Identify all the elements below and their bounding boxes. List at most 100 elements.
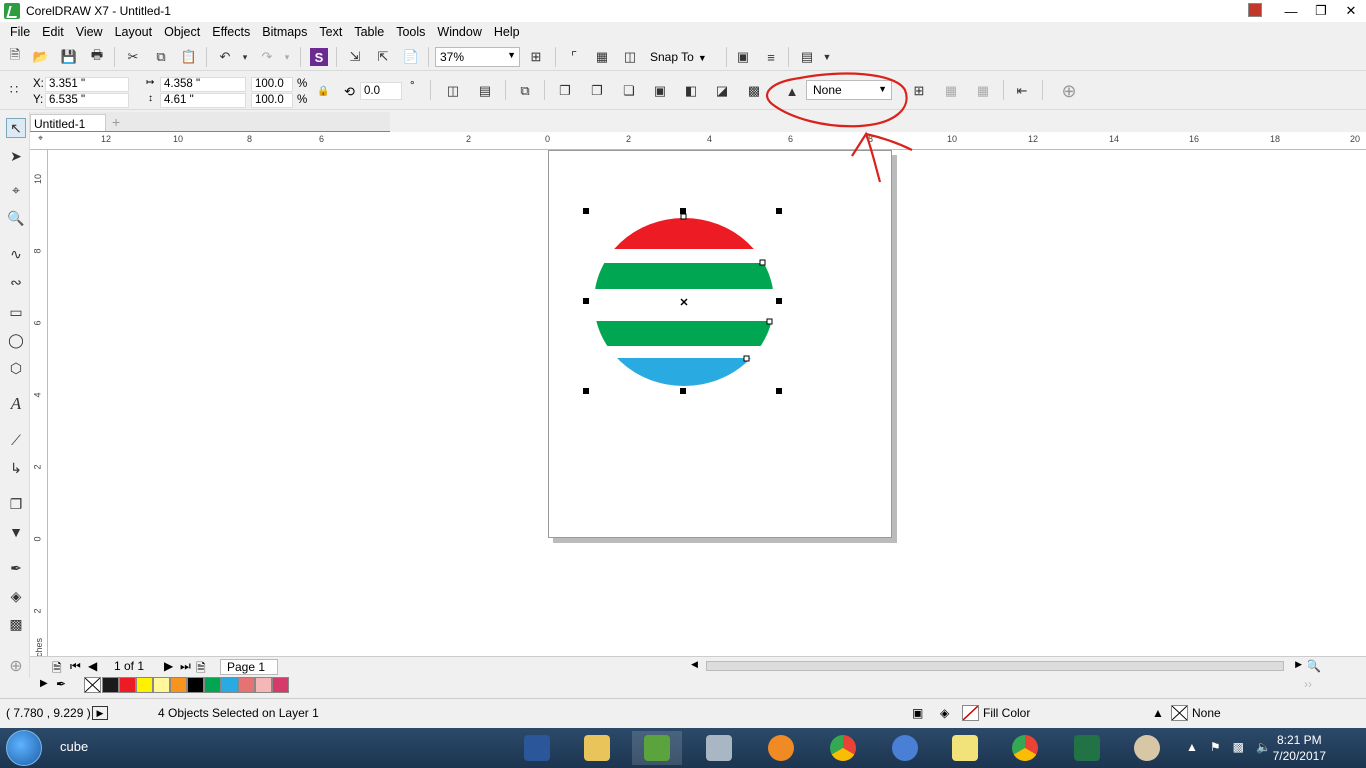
paint-taskbar-button[interactable] [1122,731,1172,765]
intersect-icon[interactable]: ❏ [620,82,638,100]
print-icon[interactable]: 🖶 [88,47,106,66]
mirror-horizontal-icon[interactable]: ◫ [444,82,462,100]
first-page-icon[interactable]: ⏮ [70,659,81,674]
outline-width-select[interactable]: None ▼ [806,80,892,100]
lock-ratio-icon[interactable]: 🔒 [317,86,329,97]
artistic-media-icon[interactable]: ∾ [6,272,26,292]
export-icon[interactable]: ⇱ [374,48,392,66]
show-rulers-icon[interactable]: ⌜ [565,48,583,66]
color-swatch[interactable] [153,677,170,693]
redo-dropdown-icon[interactable]: ▾ [278,48,296,66]
scroll-right-icon[interactable]: ▶ [1295,659,1302,670]
publish-pdf-icon[interactable]: 📄 [402,48,420,66]
color-swatch[interactable] [238,677,255,693]
menu-window[interactable]: Window [431,25,487,39]
scroll-thumb[interactable] [706,661,1284,671]
interactive-fill-icon[interactable]: ◈ [6,586,26,606]
open-icon[interactable]: 📂 [32,48,50,66]
tab-page-1[interactable]: Page 1 [220,659,279,675]
color-proof-icon[interactable]: ▣ [912,706,923,720]
network-status-icon[interactable]: ⚑ [1210,740,1221,754]
save-icon[interactable]: 💾 [60,48,78,66]
parallel-dimension-icon[interactable]: ⟋ [6,430,26,450]
ruler-origin-icon[interactable]: ⌖ [38,133,43,144]
search-content-icon[interactable]: S [310,48,328,66]
show-guidelines-icon[interactable]: ◫ [621,48,639,66]
menu-table[interactable]: Table [348,25,390,39]
coreldraw-taskbar-button[interactable] [632,731,682,765]
application-launcher-icon[interactable]: ≡ [762,48,780,66]
y-position-field[interactable]: 6.535 " [45,93,129,108]
explorer-taskbar-button[interactable] [572,731,622,765]
signal-icon[interactable]: ▩ [1233,740,1244,754]
text-tool-icon[interactable]: A [6,394,26,414]
align-to-page-icon[interactable]: ⊞ [910,82,928,100]
trim-icon[interactable]: ❐ [588,82,606,100]
color-swatch[interactable] [170,677,187,693]
palette-scroll-icon[interactable]: ▶ [40,678,48,689]
align-distribute-icon[interactable]: ⇤ [1013,82,1031,100]
clock[interactable]: 8:21 PM 7/20/2017 [1273,732,1326,764]
menu-tools[interactable]: Tools [390,25,431,39]
chrome-2-taskbar-button[interactable] [1000,731,1050,765]
menu-text[interactable]: Text [313,25,348,39]
smart-fill-icon[interactable]: ▩ [6,614,26,634]
reference-point-icon[interactable]: ∷ [5,81,23,99]
combine-icon[interactable]: ⧉ [516,82,534,100]
new-document-icon[interactable]: 🗎 [6,47,24,66]
color-swatch[interactable] [187,677,204,693]
menu-file[interactable]: File [4,25,36,39]
chrome-taskbar-button[interactable] [818,731,868,765]
show-hidden-icons-icon[interactable]: ▲ [1186,740,1198,754]
minimize-button[interactable]: — [1276,0,1306,22]
palette-next-icon[interactable]: ›› [1304,677,1312,691]
menu-object[interactable]: Object [158,25,206,39]
zoom-navigator-icon[interactable]: 🔍 [1306,659,1321,673]
drop-shadow-icon[interactable]: ❐ [6,494,26,514]
color-swatch[interactable] [102,677,119,693]
freehand-tool-icon[interactable]: ∿ [6,244,26,264]
shape-tool-icon[interactable]: ➤ [6,146,26,166]
rotation-angle-field[interactable]: 0.0 [360,82,402,100]
show-grid-icon[interactable]: ▦ [593,48,611,66]
next-page-icon[interactable]: ▶ [164,659,173,673]
drawing-canvas[interactable] [48,150,1366,656]
zoom-tool-icon[interactable]: 🔍 [6,208,26,228]
no-outline-swatch[interactable] [1171,705,1188,721]
color-swatch[interactable] [204,677,221,693]
no-color-swatch[interactable] [84,677,101,693]
green-stripe-top[interactable] [588,263,788,289]
play-icon[interactable]: ▶ [92,706,108,720]
menu-layout[interactable]: Layout [109,25,159,39]
launch-icon[interactable]: ▤ [798,48,816,66]
close-button[interactable]: ✕ [1336,0,1366,22]
previous-page-icon[interactable]: ◀ [88,659,97,673]
last-page-icon[interactable]: ⏭ [180,659,191,674]
eyedropper-icon[interactable]: ✒ [56,677,66,691]
connector-tool-icon[interactable]: ↳ [6,458,26,478]
options-icon[interactable]: ▣ [734,48,752,66]
vertical-ruler[interactable]: 10 8 6 4 2 0 2 inches [30,150,48,664]
x-position-field[interactable]: 3.351 " [45,77,129,92]
menu-bitmaps[interactable]: Bitmaps [256,25,313,39]
blue-stripe[interactable] [588,358,788,398]
convert-to-curves-icon[interactable]: ▦ [942,82,960,100]
add-tab-icon[interactable]: + [112,114,120,130]
user-account-icon[interactable] [1248,3,1262,17]
redo-icon[interactable]: ↷ [258,48,276,66]
color-swatch[interactable] [136,677,153,693]
red-stripe[interactable] [588,210,788,249]
sticky-notes-taskbar-button[interactable] [940,731,990,765]
color-swatch[interactable] [272,677,289,693]
snap-to-dropdown[interactable]: Snap To ▼ [650,50,707,64]
menu-view[interactable]: View [70,25,109,39]
zoom-level-select[interactable]: 37% ▼ [435,47,520,67]
menu-edit[interactable]: Edit [36,25,70,39]
cut-icon[interactable]: ✂ [124,48,142,66]
width-field[interactable]: 4.358 " [160,77,246,92]
restore-button[interactable]: ❐ [1306,0,1336,22]
crop-tool-icon[interactable]: ⌖ [6,180,26,200]
striped-circle-group[interactable] [588,210,788,398]
menu-effects[interactable]: Effects [206,25,256,39]
green-stripe-bottom[interactable] [588,321,788,346]
